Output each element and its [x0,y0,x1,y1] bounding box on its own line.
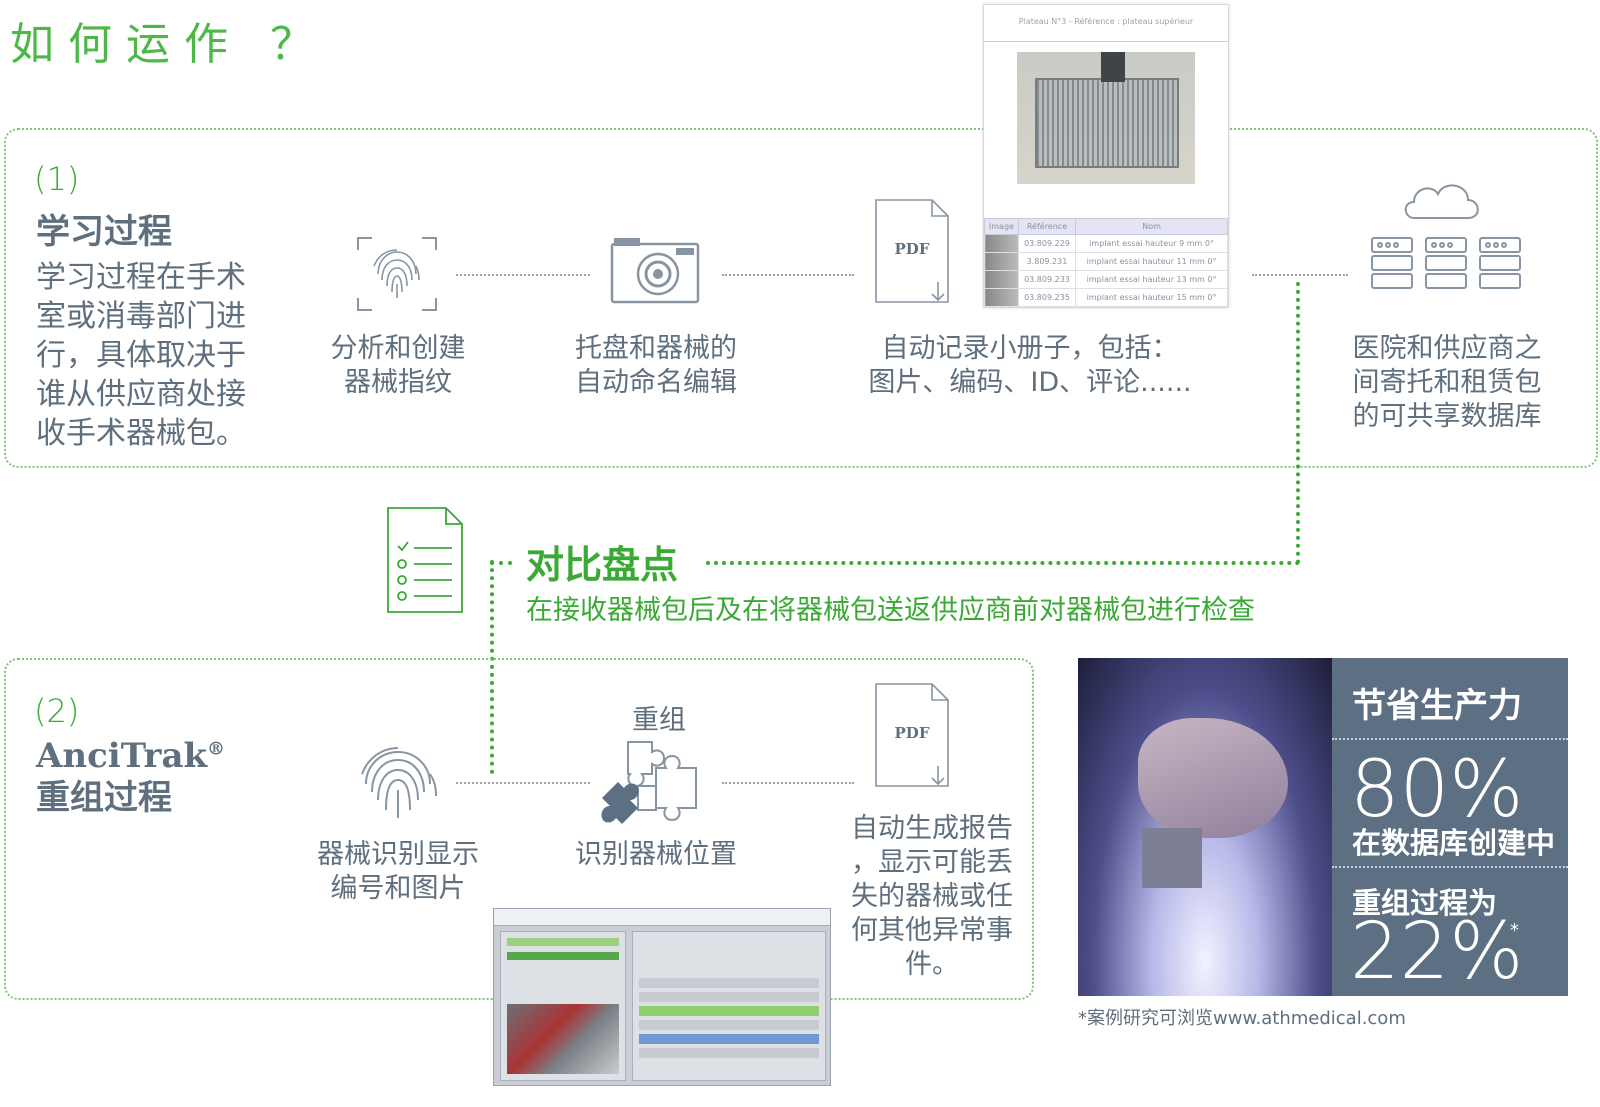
pdf-label: PDF [894,724,930,742]
footnote: *案例研究可浏览www.athmedical.com [1078,1008,1406,1029]
caption-booklet: 自动记录小册子，包括： 图片、编码、ID、评论...... [868,333,1192,398]
column-header: Image [984,218,1019,235]
puzzle-label: 重组 [632,705,686,736]
table-row: 3.809.231 implant essai hauteur 11 mm 0° [984,252,1228,271]
flow-connector [456,782,590,784]
caption-fingerprint: 分析和创建 器械指纹 [330,333,466,398]
table-row: 03.809.235 implant essai hauteur 15 mm 0° [984,288,1228,307]
booklet-preview: Plateau N°3 - Référence : plateau supéri… [983,4,1229,308]
flow-connector [722,782,854,784]
table-row: 03.809.233 implant essai hauteur 13 mm 0° [984,270,1228,289]
caption-naming: 托盘和器械的 自动命名编辑 [575,333,737,398]
step2-brand: AnciTrak® [36,736,226,776]
hand-photo [1078,658,1332,996]
booklet-header: Plateau N°3 - Référence : plateau supéri… [984,5,1228,42]
step2-title: 重组过程 [36,778,172,818]
caption-database: 医院和供应商之 间寄托和租赁包 的可共享数据库 [1352,333,1542,432]
software-screenshot [493,908,831,1086]
fingerprint-icon [356,744,440,824]
caption-position: 识别器械位置 [575,839,737,870]
page-title: 如何运作 ？ [10,19,328,70]
compare-title: 对比盘点 [526,543,679,587]
compare-connector [1296,282,1300,564]
compare-connector [706,561,1300,565]
caption-report: 自动生成报告 ，显示可能丢 失的器械或任 何其他异常事 件。 [851,813,1013,980]
flow-connector [722,274,854,276]
tray-photo [1017,52,1195,184]
step1-number: (1) [34,160,80,198]
pdf-label: PDF [894,240,930,258]
cloud-database-icon [1368,162,1524,302]
stat-asterisk: * [1510,920,1519,941]
puzzle-icon [598,738,702,824]
camera-icon [610,236,700,304]
stats-heading: 节省生产力 [1352,686,1522,726]
column-header: Nom [1075,218,1228,235]
productivity-panel: 节省生产力 80% 在数据库创建中 重组过程为 22% * [1332,658,1568,996]
pdf-report-icon: PDF [874,682,950,790]
compare-subtitle: 在接收器械包后及在将器械包送返供应商前对器械包进行检查 [526,595,1255,626]
checklist-icon [386,506,464,614]
booklet-table: Image Référence Nom 03.809.229 implant es… [984,218,1228,307]
fingerprint-scan-icon [356,236,438,312]
flow-connector [1252,274,1348,276]
compare-connector [490,561,512,565]
column-header: Référence [1017,218,1077,235]
step1-description: 学习过程在手术 室或消毒部门进 行，具体取决于 谁从供应商处接 收手术器械包。 [36,260,246,451]
pdf-file-icon: PDF [874,198,950,306]
stat-value-database: 80% [1350,745,1524,835]
flow-connector [456,274,590,276]
step2-number: (2) [34,692,80,730]
stat-label-database: 在数据库创建中 [1352,826,1556,860]
stat-value-reassembly: 22% [1350,907,1524,997]
step1-title: 学习过程 [36,212,172,252]
caption-identification: 器械识别显示 编号和图片 [317,839,479,904]
table-row: 03.809.229 implant essai hauteur 9 mm 0° [984,234,1228,253]
